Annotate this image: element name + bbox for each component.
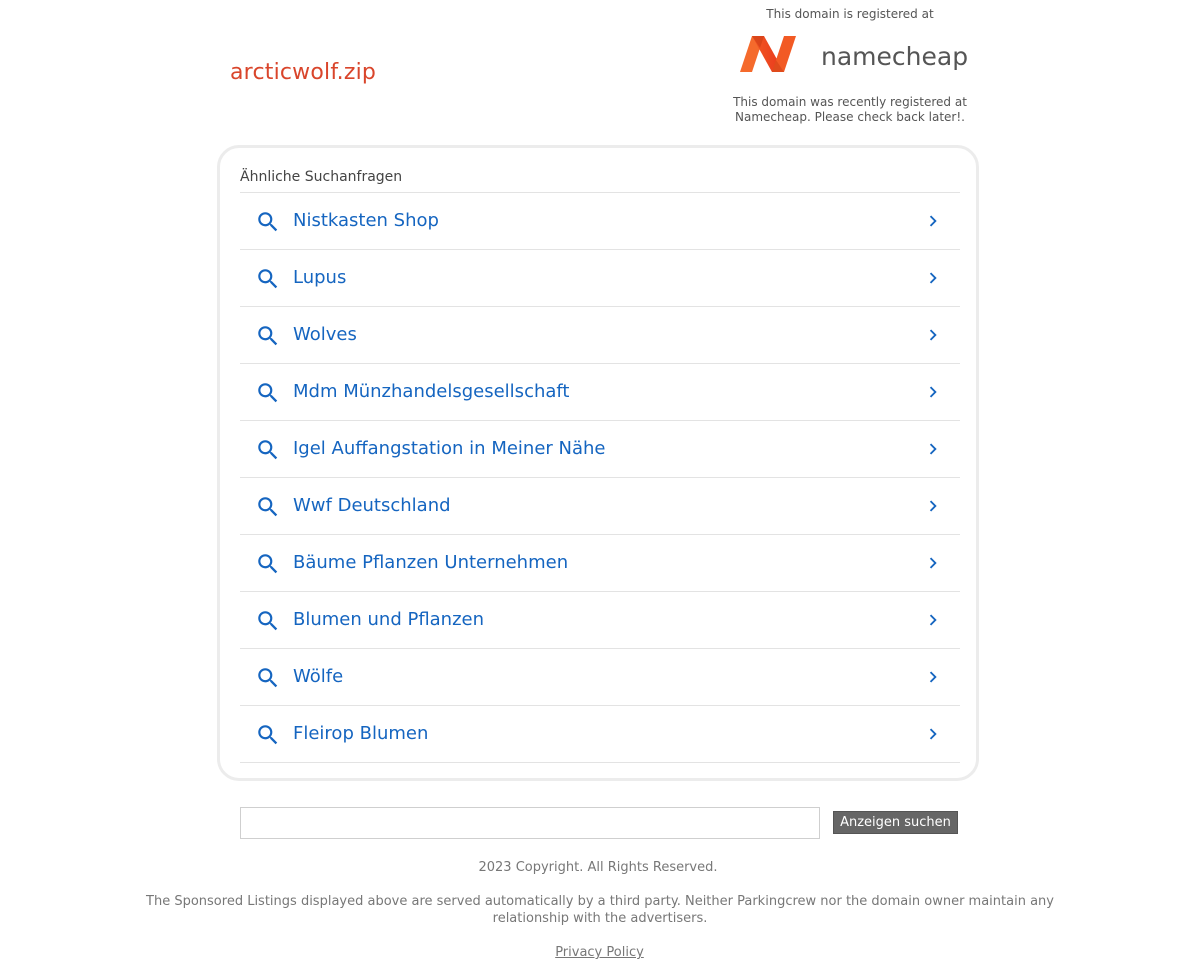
search-icon [258, 611, 278, 631]
list-item-label[interactable]: Igel Auffangstation in Meiner Nähe [293, 438, 606, 459]
list-item[interactable]: Fleirop Blumen [240, 705, 960, 763]
parked-domain-page: arcticwolf.zip This domain is registered… [0, 0, 1200, 974]
search-icon [258, 383, 278, 403]
chevron-right-icon [929, 728, 937, 740]
chevron-right-icon [929, 215, 937, 227]
list-item-label[interactable]: Mdm Münzhandelsgesellschaft [293, 381, 569, 402]
chevron-right-icon [929, 272, 937, 284]
list-item[interactable]: Nistkasten Shop [240, 192, 960, 249]
list-item[interactable]: Bäume Pflanzen Unternehmen [240, 534, 960, 591]
search-icon [258, 269, 278, 289]
sponsored-disclaimer: The Sponsored Listings displayed above a… [146, 894, 1054, 926]
privacy-policy-container: Privacy Policy [0, 945, 1199, 960]
list-item-label[interactable]: Fleirop Blumen [293, 723, 428, 744]
related-searches-list: Nistkasten Shop Lupus Wolves Mdm Münzhan… [240, 192, 960, 763]
list-item[interactable]: Lupus [240, 249, 960, 306]
namecheap-logo[interactable]: namecheap [720, 22, 980, 86]
namecheap-wordmark: namecheap [821, 42, 968, 71]
namecheap-logo-icon: namecheap [740, 36, 968, 72]
chevron-right-icon [929, 443, 937, 455]
list-item-label[interactable]: Nistkasten Shop [293, 210, 439, 231]
search-icon [258, 497, 278, 517]
search-icon [258, 668, 278, 688]
list-item-label[interactable]: Lupus [293, 267, 346, 288]
chevron-right-icon [929, 557, 937, 569]
list-item-label[interactable]: Bäume Pflanzen Unternehmen [293, 552, 568, 573]
list-item[interactable]: Igel Auffangstation in Meiner Nähe [240, 420, 960, 477]
chevron-right-icon [929, 500, 937, 512]
list-item[interactable]: Blumen und Pflanzen [240, 591, 960, 648]
list-item-label[interactable]: Wwf Deutschland [293, 495, 451, 516]
search-icon [258, 554, 278, 574]
list-item-label[interactable]: Wolves [293, 324, 357, 345]
search-icon [258, 212, 278, 232]
chevron-right-icon [929, 671, 937, 683]
search-icon [258, 725, 278, 745]
registrar-note: This domain was recently registered at N… [733, 95, 967, 124]
domain-title: arcticwolf.zip [230, 60, 377, 85]
list-item[interactable]: Wölfe [240, 648, 960, 705]
registered-at-text: This domain is registered at [766, 7, 934, 21]
chevron-right-icon [929, 329, 937, 341]
search-input[interactable] [240, 807, 820, 839]
list-item[interactable]: Wwf Deutschland [240, 477, 960, 534]
search-icon [258, 326, 278, 346]
search-icon [258, 440, 278, 460]
search-ads-button[interactable]: Anzeigen suchen [833, 811, 958, 834]
related-searches-heading: Ähnliche Suchanfragen [240, 169, 403, 185]
copyright-text: 2023 Copyright. All Rights Reserved. [478, 860, 718, 875]
chevron-right-icon [929, 614, 937, 626]
list-item-label[interactable]: Wölfe [293, 666, 343, 687]
list-item[interactable]: Mdm Münzhandelsgesellschaft [240, 363, 960, 420]
list-item-label[interactable]: Blumen und Pflanzen [293, 609, 484, 630]
privacy-policy-link[interactable]: Privacy Policy [555, 945, 644, 960]
chevron-right-icon [929, 386, 937, 398]
list-item[interactable]: Wolves [240, 306, 960, 363]
